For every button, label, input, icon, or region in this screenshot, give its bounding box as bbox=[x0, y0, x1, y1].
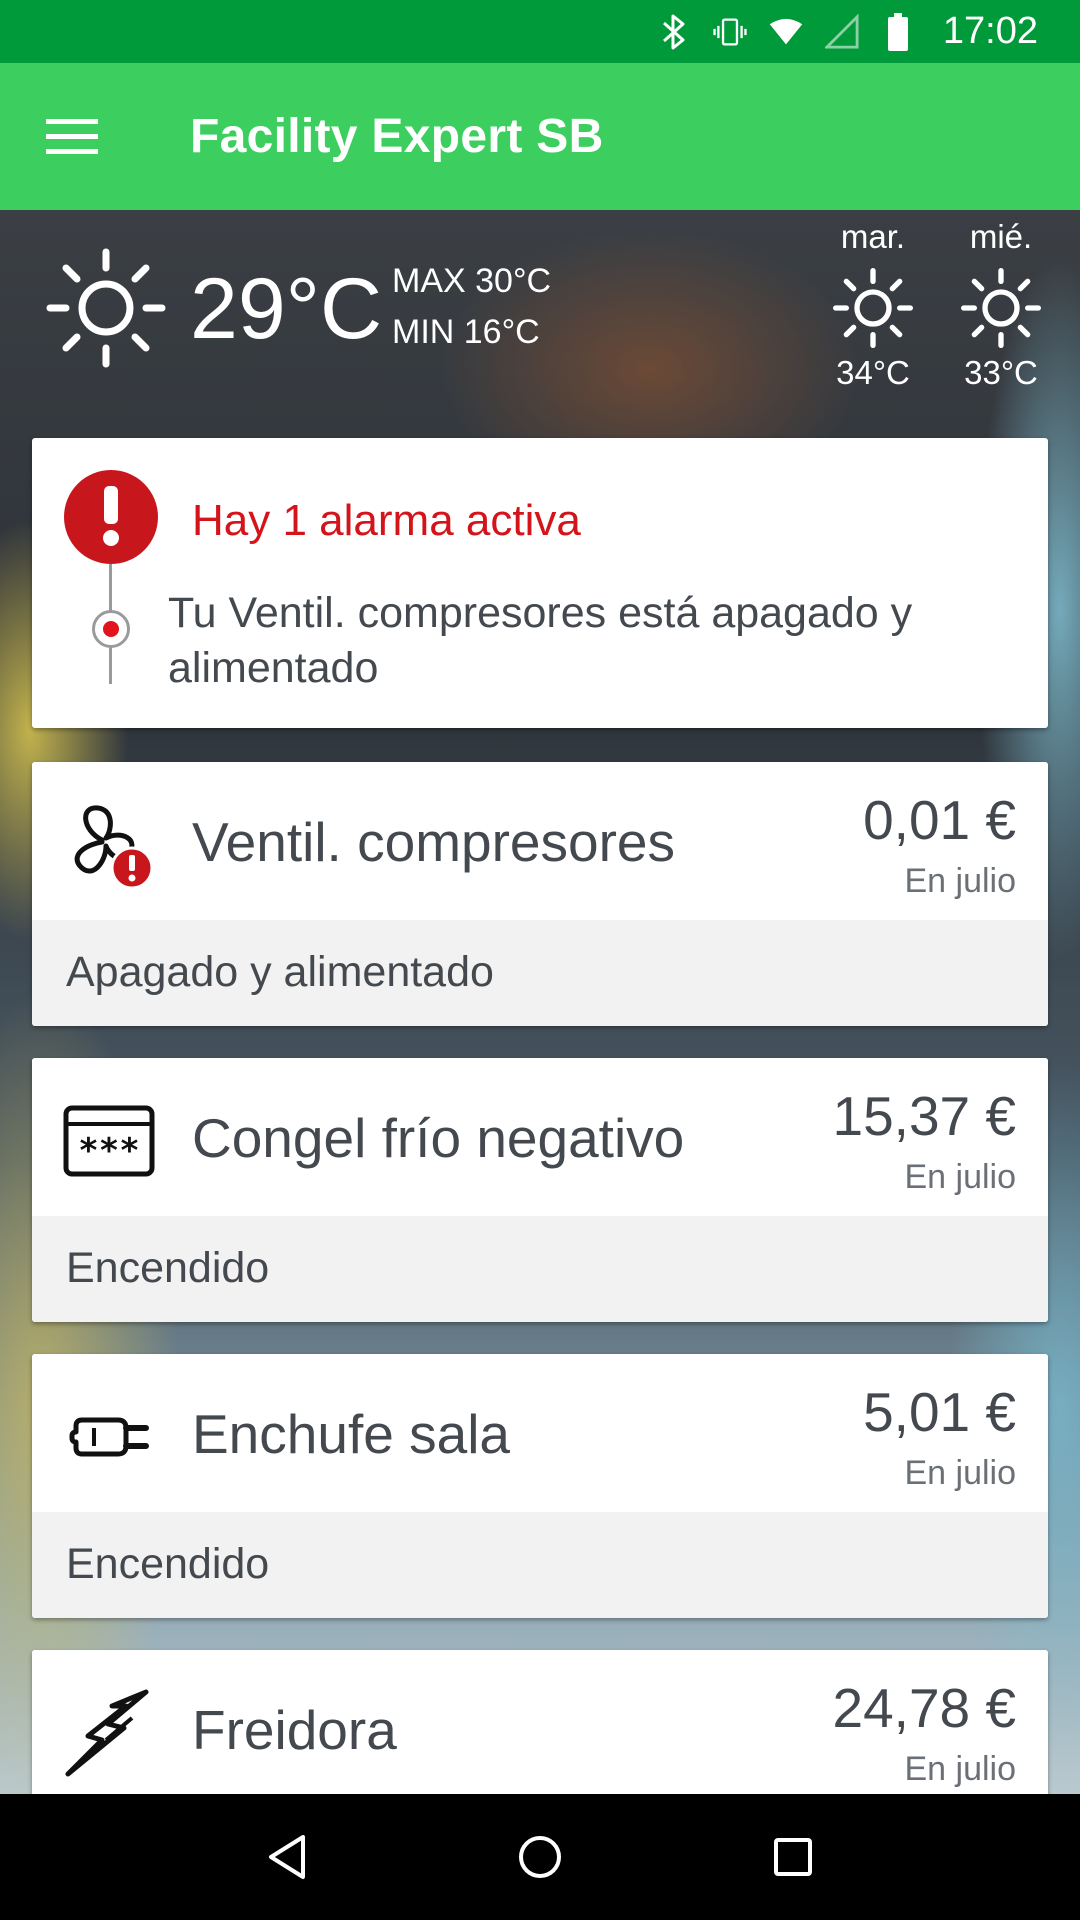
forecast-day-label: mié. bbox=[969, 218, 1033, 255]
navigation-bar bbox=[0, 1794, 1080, 1920]
plug-icon bbox=[69, 1417, 149, 1457]
status-bar: 17:02 bbox=[0, 0, 1080, 63]
max-temperature: MAX 30°C bbox=[392, 262, 552, 300]
device-status: Apagado y alimentado bbox=[66, 948, 494, 996]
freezer-icon: *** bbox=[63, 1105, 155, 1177]
main-content[interactable]: 29°C MAX 30°C MIN 16°C mar. 34°C mié. 33… bbox=[0, 210, 1080, 1794]
device-name: Ventil. compresores bbox=[192, 811, 675, 873]
bluetooth-icon bbox=[657, 12, 691, 52]
device-cost: 5,01 € bbox=[863, 1381, 1016, 1443]
device-status-bar: Encendido bbox=[32, 1512, 1048, 1618]
device-status: Encendido bbox=[66, 1244, 270, 1292]
sun-icon bbox=[833, 268, 913, 348]
clock: 17:02 bbox=[942, 10, 1038, 52]
alarm-card[interactable]: Hay 1 alarma activa Tu Ventil. compresor… bbox=[32, 438, 1048, 728]
device-header: *** Congel frío negativo 15,37 € En juli… bbox=[32, 1058, 1048, 1216]
timeline-dot bbox=[92, 610, 130, 648]
device-period: En julio bbox=[904, 1750, 1016, 1788]
device-header: Enchufe sala 5,01 € En julio bbox=[32, 1354, 1048, 1512]
lightning-icon bbox=[65, 1689, 149, 1777]
device-name: Congel frío negativo bbox=[192, 1107, 685, 1169]
device-period: En julio bbox=[904, 1158, 1016, 1196]
recents-icon[interactable] bbox=[748, 1812, 838, 1902]
device-card[interactable]: *** Congel frío negativo 15,37 € En juli… bbox=[32, 1058, 1048, 1322]
alarm-title: Hay 1 alarma activa bbox=[192, 496, 581, 545]
device-period: En julio bbox=[904, 862, 1016, 900]
back-icon[interactable] bbox=[242, 1812, 332, 1902]
device-cost: 15,37 € bbox=[832, 1085, 1016, 1147]
device-card[interactable]: Enchufe sala 5,01 € En julio Encendido bbox=[32, 1354, 1048, 1618]
hamburger-menu-icon[interactable] bbox=[22, 87, 122, 187]
forecast-day-label: mar. bbox=[840, 218, 906, 255]
device-cost: 0,01 € bbox=[863, 789, 1016, 851]
device-name: Enchufe sala bbox=[192, 1403, 510, 1465]
forecast-temperature: 34°C bbox=[836, 354, 910, 391]
device-period: En julio bbox=[904, 1454, 1016, 1492]
forecast-temperature: 33°C bbox=[964, 354, 1038, 391]
svg-text:***: *** bbox=[78, 1131, 139, 1171]
vibrate-icon bbox=[713, 12, 747, 52]
sun-icon bbox=[961, 268, 1041, 348]
signal-icon bbox=[824, 12, 859, 52]
device-header: Ventil. compresores 0,01 € En julio bbox=[32, 762, 1048, 920]
wifi-icon bbox=[769, 12, 803, 52]
alarm-icon bbox=[64, 470, 158, 564]
home-icon[interactable] bbox=[495, 1812, 585, 1902]
device-status-bar: Apagado y alimentado bbox=[32, 920, 1048, 1026]
alarm-message: Tu Ventil. compresores está apagado y al… bbox=[168, 589, 913, 692]
device-status-bar: Encendido bbox=[32, 1216, 1048, 1322]
weather-widget[interactable]: 29°C MAX 30°C MIN 16°C mar. 34°C mié. 33… bbox=[0, 210, 1080, 438]
device-name: Freidora bbox=[192, 1699, 397, 1761]
battery-icon bbox=[881, 12, 915, 52]
sun-icon bbox=[46, 248, 166, 368]
device-header: Freidora 24,78 € En julio bbox=[32, 1650, 1048, 1794]
device-status: Encendido bbox=[66, 1540, 270, 1588]
app-title: Facility Expert SB bbox=[190, 110, 604, 163]
device-card[interactable]: Ventil. compresores 0,01 € En julio Apag… bbox=[32, 762, 1048, 1026]
min-temperature: MIN 16°C bbox=[392, 313, 540, 351]
app-bar: Facility Expert SB bbox=[0, 63, 1080, 210]
device-card[interactable]: Freidora 24,78 € En julio bbox=[32, 1650, 1048, 1794]
device-cost: 24,78 € bbox=[832, 1677, 1016, 1739]
fan-alert-icon bbox=[74, 805, 154, 890]
forecast-day: mié. 33°C bbox=[946, 218, 1056, 392]
forecast-day: mar. 34°C bbox=[818, 218, 928, 392]
current-temperature: 29°C bbox=[190, 261, 383, 357]
